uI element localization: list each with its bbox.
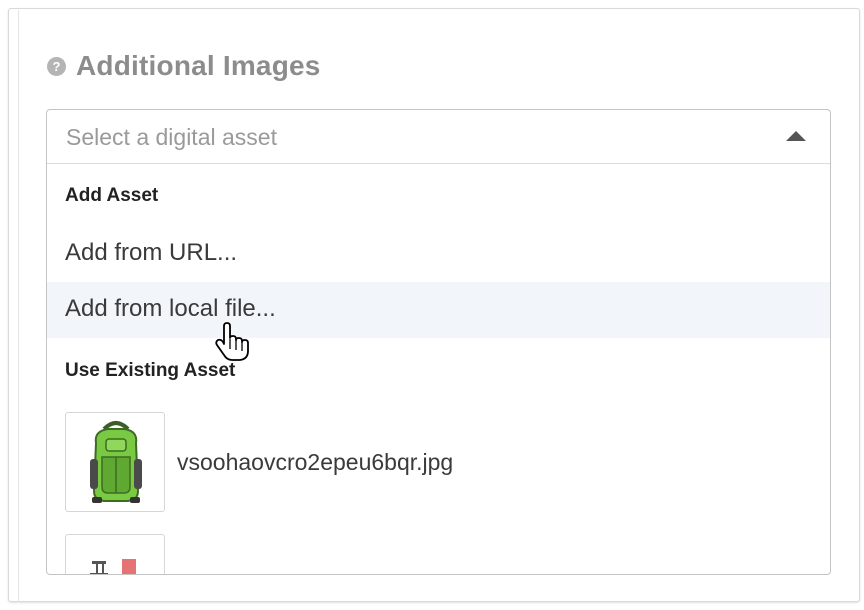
caret-up-icon[interactable]: [786, 131, 806, 141]
select-control[interactable]: Select a digital asset: [47, 110, 830, 164]
panel-edge: [18, 10, 19, 602]
question-circle-icon[interactable]: ?: [47, 56, 66, 76]
partial-thumbnail-svg: [90, 559, 136, 574]
hand-pointer-cursor-icon: [215, 322, 249, 361]
existing-asset-item[interactable]: vsoohaovcro2epeu6bqr.jpg: [65, 412, 805, 514]
menu-item-label: Add from local file...: [65, 295, 276, 322]
existing-asset-item-partial[interactable]: [65, 534, 805, 574]
green-backpack-image: [65, 412, 165, 512]
section-title: Additional Images: [76, 50, 321, 81]
menu-item-add-from-url[interactable]: Add from URL...: [47, 226, 830, 282]
group-label-use-existing-asset: Use Existing Asset: [65, 360, 236, 381]
menu-item-label: Add from URL...: [65, 239, 238, 266]
partial-asset-thumbnail: [65, 534, 165, 574]
backpack-thumbnail-svg: [90, 421, 142, 503]
section-header: ? Additional Images: [47, 50, 321, 82]
digital-asset-select[interactable]: Select a digital asset Add Asset Add fro…: [46, 109, 831, 575]
group-label-add-asset: Add Asset: [65, 185, 159, 206]
select-placeholder: Select a digital asset: [66, 124, 277, 150]
asset-file-name: vsoohaovcro2epeu6bqr.jpg: [177, 449, 454, 475]
menu-item-add-from-local-file[interactable]: Add from local file...: [47, 282, 830, 338]
